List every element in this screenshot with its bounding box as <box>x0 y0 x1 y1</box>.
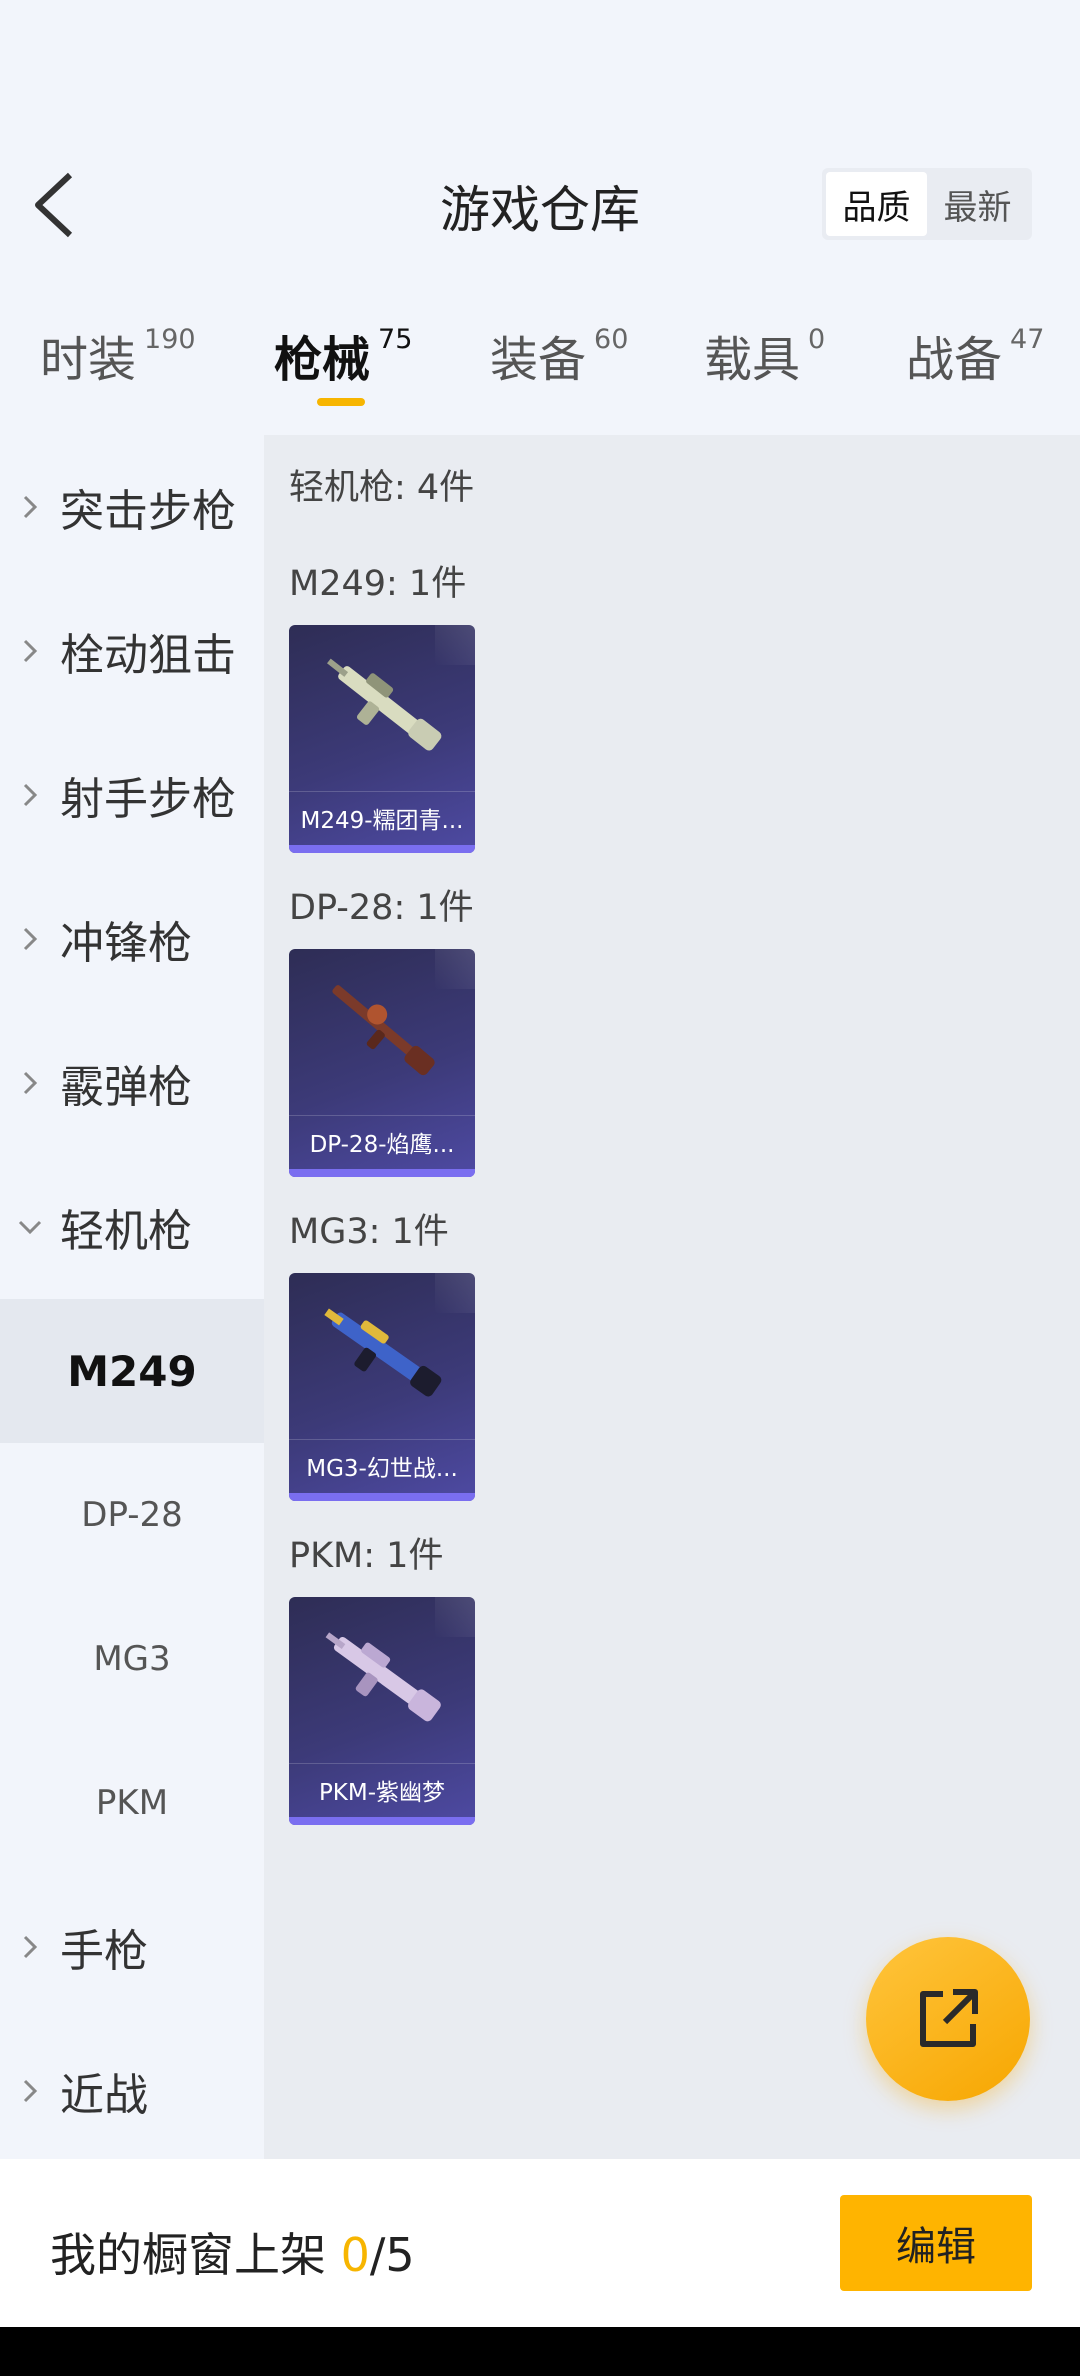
item-list-panel: 轻机枪: 4件 M249: 1件 M249-糯团青... DP-28: 1件 D… <box>264 435 1080 2159</box>
item-card-name: MG3-幻世战... <box>289 1439 475 1491</box>
machine-gun-icon <box>327 658 442 751</box>
sidebar-sub-pkm[interactable]: PKM <box>0 1731 264 1875</box>
tab-label: 战备 <box>906 332 1003 388</box>
tab-label: 时装 <box>40 332 137 388</box>
bottom-bar: 我的橱窗上架 0/5 编辑 <box>0 2159 1080 2327</box>
tab-equipment[interactable]: 装备 60 <box>490 320 628 390</box>
tab-label: 装备 <box>490 332 587 388</box>
sidebar: 突击步枪 栓动狙击 射手步枪 冲锋枪 霰弹枪 轻机枪 M249 DP-28 MG… <box>0 435 264 2159</box>
chevron-right-icon <box>0 636 60 666</box>
tab-count: 47 <box>1010 324 1045 355</box>
chevron-right-icon <box>0 492 60 522</box>
sidebar-item-label: 冲锋枪 <box>60 918 192 969</box>
item-card[interactable]: MG3-幻世战... <box>289 1273 475 1501</box>
sidebar-item-label: 手枪 <box>60 1926 148 1977</box>
sidebar-item-label: 突击步枪 <box>60 486 236 537</box>
edit-button[interactable]: 编辑 <box>840 2195 1032 2291</box>
sidebar-item-label: 轻机枪 <box>60 1206 192 1257</box>
group-title: DP-28: 1件 <box>289 888 474 928</box>
item-card[interactable]: DP-28-焰鹰... <box>289 949 475 1177</box>
group-title: PKM: 1件 <box>289 1536 444 1576</box>
item-card-name: PKM-紫幽梦 <box>289 1763 475 1815</box>
item-card[interactable]: PKM-紫幽梦 <box>289 1597 475 1825</box>
chevron-right-icon <box>0 1932 60 1962</box>
sidebar-item-pistol[interactable]: 手枪 <box>0 1875 264 2019</box>
chevron-down-icon <box>0 1217 60 1237</box>
tab-label: 载具 <box>704 332 801 388</box>
sidebar-item-marksman-rifle[interactable]: 射手步枪 <box>0 723 264 867</box>
active-tab-indicator <box>317 398 365 406</box>
machine-gun-icon <box>324 1308 442 1397</box>
chevron-right-icon <box>0 1068 60 1098</box>
tab-label: 枪械 <box>274 332 371 388</box>
sidebar-sub-m249[interactable]: M249 <box>0 1299 264 1443</box>
tab-count: 75 <box>378 324 413 355</box>
tab-outfits[interactable]: 时装 190 <box>40 320 196 390</box>
sidebar-item-lmg[interactable]: 轻机枪 <box>0 1155 264 1299</box>
sidebar-item-label: 射手步枪 <box>60 774 236 825</box>
rarity-bar <box>289 1817 475 1825</box>
tab-supplies[interactable]: 战备 47 <box>906 320 1044 390</box>
chevron-right-icon <box>0 2076 60 2106</box>
item-card[interactable]: M249-糯团青... <box>289 625 475 853</box>
sidebar-sub-dp28[interactable]: DP-28 <box>0 1443 264 1587</box>
sidebar-item-bolt-sniper[interactable]: 栓动狙击 <box>0 579 264 723</box>
sidebar-item-melee[interactable]: 近战 <box>0 2019 264 2163</box>
rarity-bar <box>289 1169 475 1177</box>
sidebar-item-shotgun[interactable]: 霰弹枪 <box>0 1011 264 1155</box>
sort-quality-option[interactable]: 品质 <box>826 172 927 236</box>
tab-guns[interactable]: 枪械 75 <box>274 320 412 390</box>
tab-vehicles[interactable]: 载具 0 <box>704 320 825 390</box>
chevron-right-icon <box>0 780 60 810</box>
showcase-total: /5 <box>369 2228 415 2282</box>
showcase-label: 我的橱窗上架 <box>50 2228 341 2282</box>
sort-latest-option[interactable]: 最新 <box>927 172 1028 236</box>
sidebar-item-label: 近战 <box>60 2070 148 2121</box>
sort-toggle[interactable]: 品质 最新 <box>822 168 1032 240</box>
sidebar-item-label: 栓动狙击 <box>60 630 236 681</box>
sidebar-item-smg[interactable]: 冲锋枪 <box>0 867 264 1011</box>
rarity-bar <box>289 845 475 853</box>
chevron-right-icon <box>0 924 60 954</box>
group-title: M249: 1件 <box>289 564 467 604</box>
tab-count: 0 <box>808 324 826 355</box>
showcase-status: 我的橱窗上架 0/5 <box>50 2219 415 2285</box>
machine-gun-icon <box>325 1632 441 1722</box>
item-card-name: DP-28-焰鹰... <box>289 1115 475 1167</box>
rarity-bar <box>289 1493 475 1501</box>
item-card-name: M249-糯团青... <box>289 791 475 843</box>
section-title: 轻机枪: 4件 <box>289 468 475 508</box>
tab-count: 60 <box>594 324 629 355</box>
share-icon <box>920 1989 978 2047</box>
showcase-count: 0 <box>340 2228 370 2282</box>
top-area: 游戏仓库 品质 最新 时装 190 枪械 75 装备 60 载具 0 战备 47 <box>0 0 1080 435</box>
sidebar-sub-mg3[interactable]: MG3 <box>0 1587 264 1731</box>
sidebar-item-assault-rifle[interactable]: 突击步枪 <box>0 435 264 579</box>
system-nav-bar <box>0 2327 1080 2376</box>
category-tabs: 时装 190 枪械 75 装备 60 载具 0 战备 47 <box>0 320 1080 410</box>
machine-gun-icon <box>332 985 435 1076</box>
sidebar-item-label: 霰弹枪 <box>60 1062 192 1113</box>
group-title: MG3: 1件 <box>289 1212 449 1252</box>
tab-count: 190 <box>144 324 196 355</box>
share-button[interactable] <box>866 1937 1030 2101</box>
